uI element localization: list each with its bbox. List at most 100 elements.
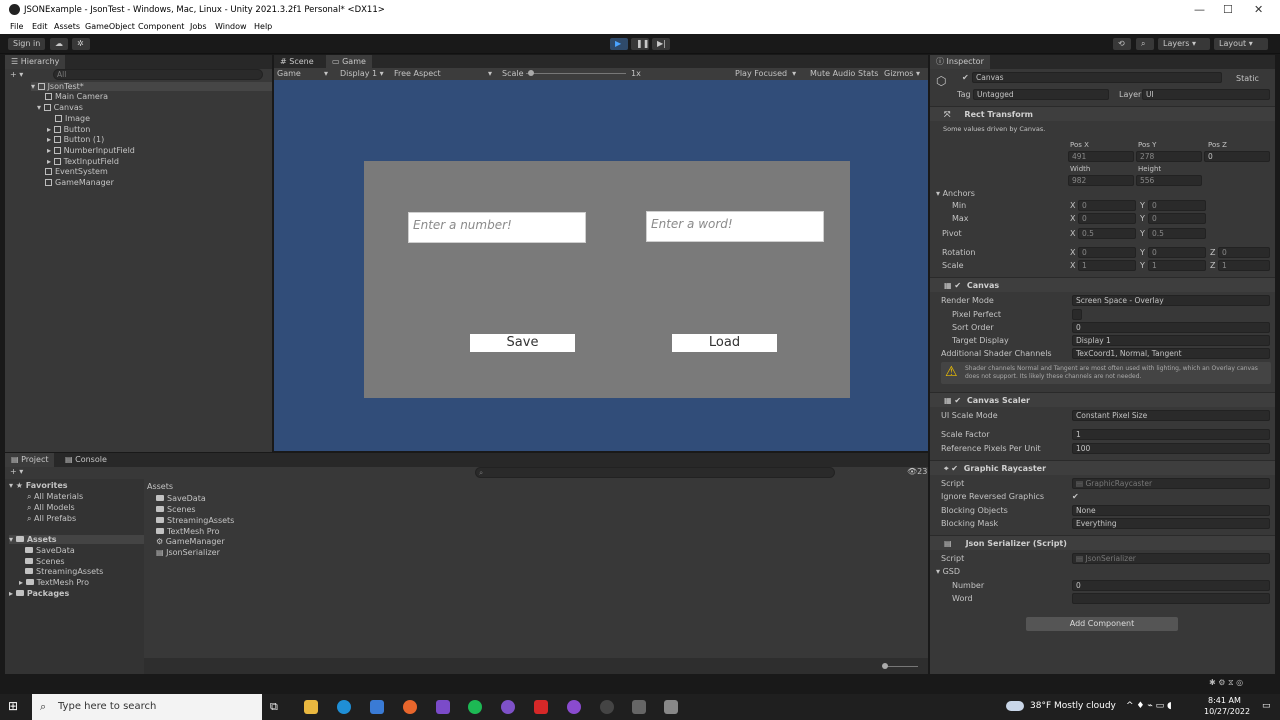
blocking-mask-dropdown[interactable]: Everything [1072, 518, 1270, 529]
minimize-button[interactable]: — [1194, 3, 1205, 16]
hierarchy-item-button-1[interactable]: ▸ Button (1) [47, 135, 104, 144]
tree-textmeshpro[interactable]: ▸ TextMesh Pro [19, 578, 89, 587]
tab-console[interactable]: ▤ Console [59, 453, 113, 467]
gsd-foldout[interactable]: ▾ GSD [936, 567, 960, 576]
hierarchy-item-button[interactable]: ▸ Button [47, 125, 90, 134]
unity-editor-icon[interactable] [664, 700, 678, 714]
notification-icon[interactable]: ▭ [1262, 701, 1271, 711]
target-display-dropdown[interactable]: Display 1 [1072, 335, 1270, 346]
cloud-icon[interactable]: ☁ [50, 38, 68, 50]
sign-in-button[interactable]: Sign in [8, 38, 46, 50]
anchor-max-y[interactable]: 0 [1148, 213, 1206, 224]
tab-scene[interactable]: # Scene [274, 55, 320, 69]
hierarchy-item-eventsystem[interactable]: EventSystem [45, 167, 108, 176]
visual-studio-icon[interactable] [436, 700, 450, 714]
width-field[interactable]: 982 [1068, 175, 1134, 186]
rot-z[interactable]: 0 [1218, 247, 1270, 258]
play-button[interactable]: ▶ [610, 38, 628, 50]
hierarchy-item-numberinputfield[interactable]: ▸ NumberInputField [47, 146, 135, 155]
menu-component[interactable]: Component [138, 22, 184, 31]
acrobat-icon[interactable] [534, 700, 548, 714]
scene-root-item[interactable]: ▾ JsonTest* [31, 82, 272, 91]
hierarchy-item-gamemanager[interactable]: GameManager [45, 178, 114, 187]
tab-game[interactable]: ▭ Game [326, 55, 372, 69]
word-field[interactable] [1072, 593, 1270, 604]
store-icon[interactable] [370, 700, 384, 714]
discord-icon[interactable] [501, 700, 515, 714]
asset-textmeshpro[interactable]: TextMesh Pro [156, 527, 219, 536]
static-toggle[interactable]: Static [1236, 74, 1259, 83]
icon-size-handle[interactable] [882, 663, 888, 669]
edge-icon[interactable] [337, 700, 351, 714]
mute-audio-toggle[interactable]: Mute Audio [810, 69, 855, 78]
maximize-button[interactable]: ☐ [1223, 3, 1233, 16]
anchor-min-y[interactable]: 0 [1148, 200, 1206, 211]
pause-button[interactable]: ❚❚ [631, 38, 649, 50]
taskbar-search-input[interactable]: Type here to search [32, 694, 262, 720]
pivot-x[interactable]: 0.5 [1078, 228, 1136, 239]
scale-slider[interactable] [526, 73, 626, 74]
menu-edit[interactable]: Edit [32, 22, 48, 31]
anchors-label[interactable]: ▾ Anchors [936, 189, 975, 198]
rot-x[interactable]: 0 [1078, 247, 1136, 258]
save-button[interactable]: Save [470, 334, 575, 352]
number-field[interactable]: 0 [1072, 580, 1270, 591]
tree-streamingassets[interactable]: StreamingAssets [25, 567, 103, 576]
render-mode-dropdown[interactable]: Screen Space - Overlay [1072, 295, 1270, 306]
menu-jobs[interactable]: Jobs [190, 22, 207, 31]
anchor-max-x[interactable]: 0 [1078, 213, 1136, 224]
posx-field[interactable]: 491 [1068, 151, 1134, 162]
icon-size-slider[interactable] [884, 666, 918, 667]
task-view-icon[interactable]: ⧉ [270, 700, 284, 714]
tree-savedata[interactable]: SaveData [25, 546, 75, 555]
packages-tree-root[interactable]: ▸ Packages [9, 589, 69, 598]
sort-order-field[interactable]: 0 [1072, 322, 1270, 333]
word-input-field[interactable]: Enter a word! [646, 211, 824, 242]
layer-dropdown[interactable]: UI [1142, 89, 1270, 100]
favorites-header[interactable]: ▾ ★ Favorites [9, 481, 68, 490]
pivot-y[interactable]: 0.5 [1148, 228, 1206, 239]
tab-project[interactable]: ▤ Project [5, 453, 55, 467]
firefox-icon[interactable] [403, 700, 417, 714]
spotify-icon[interactable] [468, 700, 482, 714]
gizmos-dropdown[interactable]: Gizmos ▾ [884, 69, 920, 78]
hierarchy-item-canvas[interactable]: ▾ Canvas [37, 103, 83, 112]
clock-time[interactable]: 8:41 AM [1208, 696, 1241, 705]
layout-dropdown[interactable]: Layout ▾ [1214, 38, 1268, 50]
obs-icon[interactable] [600, 700, 614, 714]
graphic-raycaster-header[interactable]: ⌖ ✔ Graphic Raycaster [930, 460, 1275, 475]
hierarchy-item-main-camera[interactable]: Main Camera [45, 92, 108, 101]
fav-all-prefabs[interactable]: ⌕ All Prefabs [27, 514, 76, 524]
rot-y[interactable]: 0 [1148, 247, 1206, 258]
asset-savedata[interactable]: SaveData [156, 494, 206, 503]
hierarchy-item-image[interactable]: Image [55, 114, 90, 123]
weather-text[interactable]: 38°F Mostly cloudy [1030, 701, 1116, 711]
asset-jsonserializer[interactable]: ▤ JsonSerializer [156, 548, 220, 557]
canvas-scaler-header[interactable]: ▦ ✔ Canvas Scaler [930, 392, 1275, 407]
file-explorer-icon[interactable] [304, 700, 318, 714]
asset-scenes[interactable]: Scenes [156, 505, 196, 514]
menu-window[interactable]: Window [215, 22, 247, 31]
layers-dropdown[interactable]: Layers ▾ [1158, 38, 1210, 50]
posy-field[interactable]: 278 [1136, 151, 1202, 162]
project-create-icon[interactable]: + ▾ [10, 467, 23, 476]
load-button[interactable]: Load [672, 334, 777, 352]
play-focused-dropdown[interactable]: Play Focused ▾ [735, 69, 796, 78]
menu-assets[interactable]: Assets [54, 22, 80, 31]
aspect-dropdown[interactable]: Free Aspect [394, 69, 441, 78]
hierarchy-search-input[interactable]: All [53, 69, 263, 80]
create-plus-icon[interactable]: + ▾ [10, 70, 23, 79]
windows-start-icon[interactable]: ⊞ [8, 699, 22, 713]
scale-slider-handle[interactable] [528, 70, 534, 76]
height-field[interactable]: 556 [1136, 175, 1202, 186]
menu-help[interactable]: Help [254, 22, 272, 31]
scale-z[interactable]: 1 [1218, 260, 1270, 271]
rect-transform-header[interactable]: ⤧ Rect Transform [930, 106, 1275, 121]
tray-icons[interactable]: ^ ♦ ⌁ ▭ ◖ [1126, 701, 1172, 711]
project-search-input[interactable]: ⌕ [475, 467, 835, 478]
tab-hierarchy[interactable]: ☰ Hierarchy [5, 55, 66, 69]
tag-dropdown[interactable]: Untagged [973, 89, 1109, 100]
asset-streamingassets[interactable]: StreamingAssets [156, 516, 234, 525]
json-serializer-header[interactable]: ▤ Json Serializer (Script) [930, 535, 1275, 550]
menu-file[interactable]: File [10, 22, 23, 31]
